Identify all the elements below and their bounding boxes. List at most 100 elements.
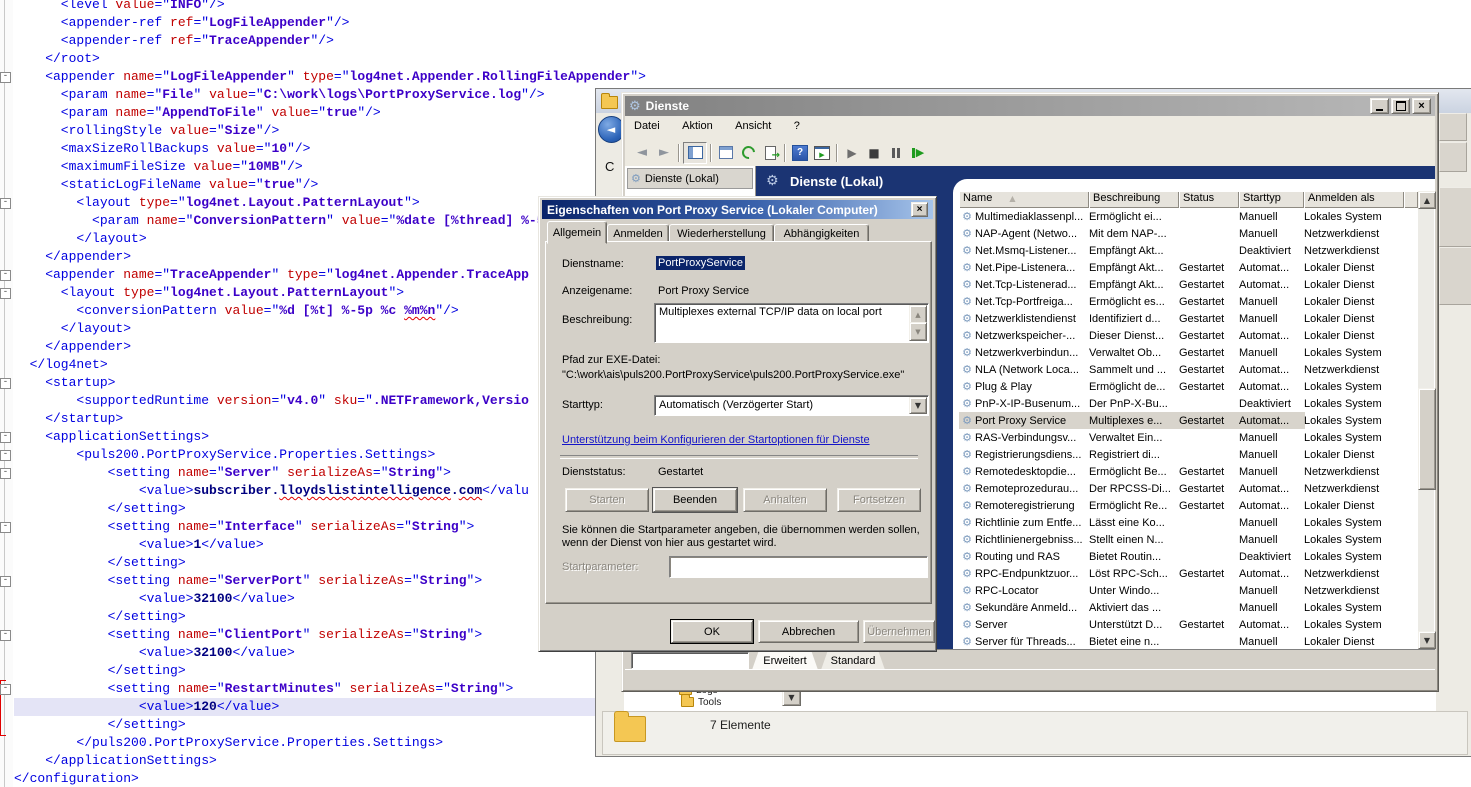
start-service-button[interactable]: ▶ <box>841 143 863 163</box>
stop-service-button[interactable]: ■ <box>863 143 885 163</box>
beschreibung-textbox[interactable]: Multiplexes external TCP/IP data on loca… <box>654 303 929 343</box>
column-header-name[interactable]: Name ▲ <box>959 191 1089 208</box>
tree-node-dienste-lokal[interactable]: ⚙ Dienste (Lokal) <box>627 168 753 189</box>
service-row[interactable]: ⚙Richtlinienergebniss...Stellt einen N..… <box>959 531 1418 548</box>
menu-datei[interactable]: Datei <box>625 116 669 136</box>
properties-button[interactable] <box>715 143 737 163</box>
fold-collapse-icon[interactable]: - <box>0 450 11 461</box>
filter-input[interactable] <box>631 652 749 669</box>
service-row[interactable]: ⚙Plug & PlayErmöglicht de...GestartetAut… <box>959 378 1418 395</box>
service-row[interactable]: ⚙RAS-Verbindungsv...Verwaltet Ein...Manu… <box>959 429 1418 446</box>
service-row[interactable]: ⚙Port Proxy ServiceMultiplexes e...Gesta… <box>959 412 1418 429</box>
pause-service-button[interactable] <box>885 143 907 163</box>
fold-collapse-icon[interactable]: - <box>0 576 11 587</box>
service-row[interactable]: ⚙Sekundäre Anmeld...Aktiviert das ...Man… <box>959 599 1418 616</box>
fold-collapse-icon[interactable]: - <box>0 378 11 389</box>
fold-collapse-icon[interactable]: - <box>0 72 11 83</box>
service-row[interactable]: ⚙RPC-LocatorUnter Windo...ManuellNetzwer… <box>959 582 1418 599</box>
service-row[interactable]: ⚙NetzwerklistendienstIdentifiziert d...G… <box>959 310 1418 327</box>
column-header-beschreibung[interactable]: Beschreibung <box>1089 191 1179 208</box>
fold-collapse-icon[interactable]: - <box>0 684 11 695</box>
service-row[interactable]: ⚙Netzwerkspeicher-...Dieser Dienst...Ges… <box>959 327 1418 344</box>
fold-collapse-icon[interactable]: - <box>0 270 11 281</box>
help-button[interactable]: ? <box>789 143 811 163</box>
menu-ansicht[interactable]: Ansicht <box>726 116 780 136</box>
fold-collapse-icon[interactable]: - <box>0 522 11 533</box>
dialog-close-button[interactable]: × <box>911 202 928 217</box>
column-header-starttyp[interactable]: Starttyp <box>1239 191 1304 208</box>
scroll-up-button[interactable]: ▲ <box>1418 191 1436 209</box>
cell-logon: Lokaler Dienst <box>1304 449 1404 461</box>
extended-view-button[interactable]: ▶ <box>811 143 833 163</box>
startparameter-input[interactable] <box>669 556 928 578</box>
fold-collapse-icon[interactable]: - <box>0 198 11 209</box>
dienstname-value[interactable]: PortProxyService <box>656 256 745 270</box>
fold-collapse-icon[interactable]: - <box>0 288 11 299</box>
fortsetzen-button[interactable]: Fortsetzen <box>837 488 921 512</box>
explorer-right-panel-segment[interactable] <box>1439 113 1467 141</box>
cell-logon: Lokales System <box>1304 432 1404 444</box>
export-list-button[interactable]: → <box>759 143 781 163</box>
fold-collapse-icon[interactable]: - <box>0 630 11 641</box>
tab-erweitert[interactable]: Erweitert <box>752 650 818 670</box>
back-button[interactable]: ◄ <box>631 143 653 163</box>
column-header-status[interactable]: Status <box>1179 191 1239 208</box>
service-row[interactable]: ⚙Net.Tcp-Listenerad...Empfängt Akt...Ges… <box>959 276 1418 293</box>
starten-button[interactable]: Starten <box>565 488 649 512</box>
tree-item-tools[interactable]: Tools <box>681 696 721 708</box>
uebernehmen-button[interactable]: Übernehmen <box>863 620 935 643</box>
fold-collapse-icon[interactable]: - <box>0 432 11 443</box>
ok-button[interactable]: OK <box>671 620 753 643</box>
dialog-titlebar[interactable]: Eigenschaften von Port Proxy Service (Lo… <box>542 200 933 219</box>
service-row[interactable]: ⚙Richtlinie zum Entfe...Lässt eine Ko...… <box>959 514 1418 531</box>
restart-service-button[interactable]: ▶ <box>907 143 929 163</box>
tab-allgemein[interactable]: Allgemein <box>547 221 607 244</box>
refresh-button[interactable] <box>737 143 759 163</box>
column-header-anmelden[interactable]: Anmelden als <box>1304 191 1404 208</box>
service-row[interactable]: ⚙RemoteregistrierungErmöglicht Re...Gest… <box>959 497 1418 514</box>
startoptions-help-link[interactable]: Unterstützung beim Konfigurieren der Sta… <box>562 434 870 446</box>
service-row[interactable]: ⚙Net.Msmq-Listener...Empfängt Akt...Deak… <box>959 242 1418 259</box>
column-header-filler <box>1404 191 1418 208</box>
forward-button[interactable]: ► <box>653 143 675 163</box>
explorer-right-panel-segment[interactable] <box>1439 142 1467 172</box>
service-row[interactable]: ⚙Server für Threads...Bietet eine n...Ma… <box>959 633 1418 650</box>
screen: <level value="INFO"/> <appender-ref ref=… <box>0 0 1471 787</box>
service-row[interactable]: ⚙ServerUnterstützt D...GestartetAutomat.… <box>959 616 1418 633</box>
abbrechen-button[interactable]: Abbrechen <box>758 620 859 643</box>
minimize-button[interactable] <box>1370 98 1389 114</box>
scroll-down-button[interactable]: ▼ <box>1418 631 1436 649</box>
service-row[interactable]: ⚙NLA (Network Loca...Sammelt und ...Gest… <box>959 361 1418 378</box>
close-button[interactable]: × <box>1412 98 1431 114</box>
service-row[interactable]: ⚙Routing und RASBietet Routin...Deaktivi… <box>959 548 1418 565</box>
fold-collapse-icon[interactable]: - <box>0 468 11 479</box>
scrollbar-thumb[interactable] <box>1418 388 1436 490</box>
tab-standard[interactable]: Standard <box>821 650 885 670</box>
maximize-button[interactable] <box>1391 98 1410 114</box>
service-row[interactable]: ⚙Remoteprozedurau...Der RPCSS-Di...Gesta… <box>959 480 1418 497</box>
explorer-right-panel-segment[interactable] <box>1439 187 1471 247</box>
service-row[interactable]: ⚙PnP-X-IP-Busenum...Der PnP-X-Bu...Deakt… <box>959 395 1418 412</box>
service-row[interactable]: ⚙NAP-Agent (Netwo...Mit dem NAP-...Manue… <box>959 225 1418 242</box>
service-row[interactable]: ⚙Multimediaklassenpl...Ermöglicht ei...M… <box>959 208 1418 225</box>
console-tree-toggle-button[interactable] <box>683 142 707 164</box>
dropdown-button[interactable]: ▼ <box>909 397 927 414</box>
scroll-down-button[interactable]: ▼ <box>909 322 927 341</box>
service-row[interactable]: ⚙RPC-Endpunktzuor...Löst RPC-Sch...Gesta… <box>959 565 1418 582</box>
services-titlebar[interactable]: ⚙ Dienste × <box>625 96 1435 116</box>
code-line: <level value="INFO"/> <box>14 0 1471 14</box>
beenden-button[interactable]: Beenden <box>653 488 737 512</box>
service-row[interactable]: ⚙Net.Tcp-Portfreiga...Ermöglicht es...Ge… <box>959 293 1418 310</box>
service-row[interactable]: ⚙Registrierungsdiens...Registriert di...… <box>959 446 1418 463</box>
cell-desc: Der RPCSS-Di... <box>1089 483 1179 495</box>
menu-aktion[interactable]: Aktion <box>673 116 722 136</box>
service-row[interactable]: ⚙Remotedesktopdie...Ermöglicht Be...Gest… <box>959 463 1418 480</box>
menu-hilfe[interactable]: ? <box>785 116 809 136</box>
anhalten-button[interactable]: Anhalten <box>743 488 827 512</box>
service-row[interactable]: ⚙Net.Pipe-Listenera...Empfängt Akt...Ges… <box>959 259 1418 276</box>
service-row[interactable]: ⚙Netzwerkverbindun...Verwaltet Ob...Gest… <box>959 344 1418 361</box>
starttyp-dropdown[interactable]: Automatisch (Verzögerter Start) ▼ <box>654 395 929 416</box>
vertical-scrollbar[interactable]: ▲ ▼ <box>1418 191 1434 647</box>
cell-start: Automat... <box>1239 364 1304 376</box>
explorer-right-panel-segment[interactable] <box>1439 247 1471 305</box>
